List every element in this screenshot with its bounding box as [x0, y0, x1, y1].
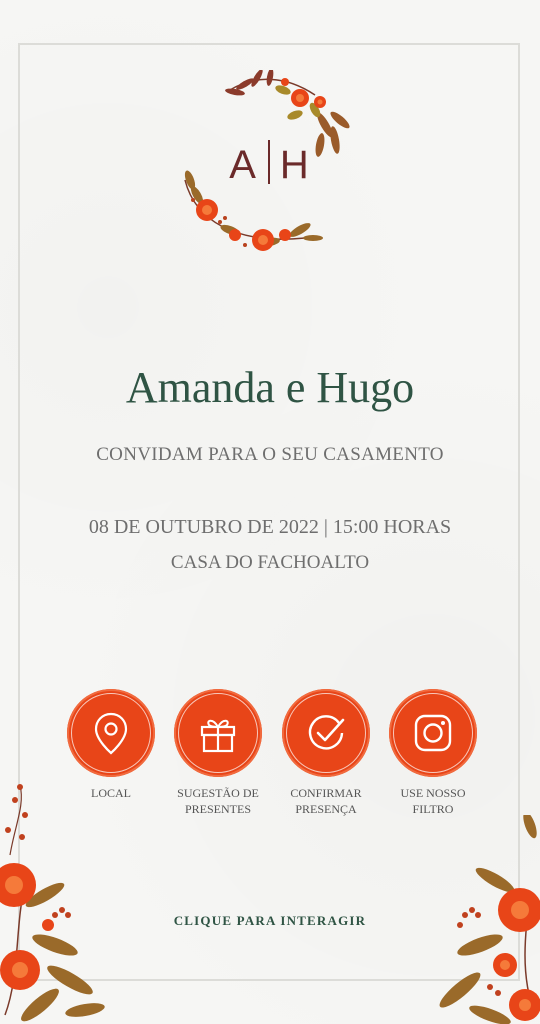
- instagram-icon: [414, 714, 452, 752]
- gift-icon: [200, 719, 236, 753]
- confirm-presence-button[interactable]: CONFIRMAR PRESENÇA: [276, 689, 376, 817]
- monogram: AH: [0, 140, 540, 188]
- monogram-right-initial: H: [279, 143, 311, 187]
- gift-suggestion-label: SUGESTÃO DE PRESENTES: [177, 786, 259, 816]
- gift-suggestion-button[interactable]: SUGESTÃO DE PRESENTES: [168, 689, 268, 817]
- instagram-filter-label: USE NOSSO FILTRO: [400, 786, 466, 816]
- floral-corner-right-decoration: [439, 815, 540, 1024]
- confirm-presence-label: CONFIRMAR PRESENÇA: [290, 786, 362, 816]
- monogram-divider: [267, 140, 270, 184]
- gift-suggestion-button-circle[interactable]: [174, 689, 262, 777]
- floral-corner-left-decoration: [0, 784, 105, 1022]
- event-venue: CASA DO FACHOALTO: [170, 552, 370, 573]
- monogram-left-initial: A: [229, 143, 258, 187]
- confirm-presence-button-circle[interactable]: [282, 689, 370, 777]
- map-pin-icon: [94, 712, 128, 755]
- event-datetime: 08 DE OUTUBRO DE 2022 | 15:00 HORAS: [88, 516, 452, 538]
- invitation-subtitle: CONVIDAM PARA O SEU CASAMENTO: [96, 444, 444, 465]
- instagram-filter-button-circle[interactable]: [389, 689, 477, 777]
- check-circle-icon: [308, 715, 345, 750]
- local-button-circle[interactable]: [67, 689, 155, 777]
- couple-names: Amanda e Hugo: [125, 363, 415, 412]
- instagram-filter-button[interactable]: USE NOSSO FILTRO: [383, 689, 483, 817]
